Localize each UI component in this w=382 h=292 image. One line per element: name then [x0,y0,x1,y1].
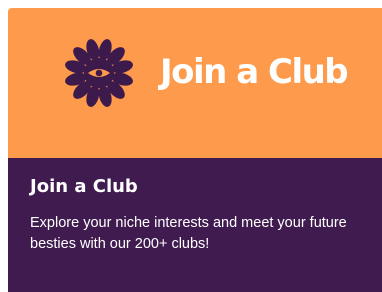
join-a-club-card[interactable]: Join a Club Join a Club Explore your nic… [8,8,382,292]
card-description: Explore your niche interests and meet yo… [30,215,347,252]
banner-logo-text: Join a Club [160,52,349,92]
card-banner: Join a Club [8,8,382,158]
flower-eye-icon [65,39,133,107]
card-title[interactable]: Join a Club [30,175,138,199]
card-info-panel: Join a Club Explore your niche interests… [8,158,382,292]
